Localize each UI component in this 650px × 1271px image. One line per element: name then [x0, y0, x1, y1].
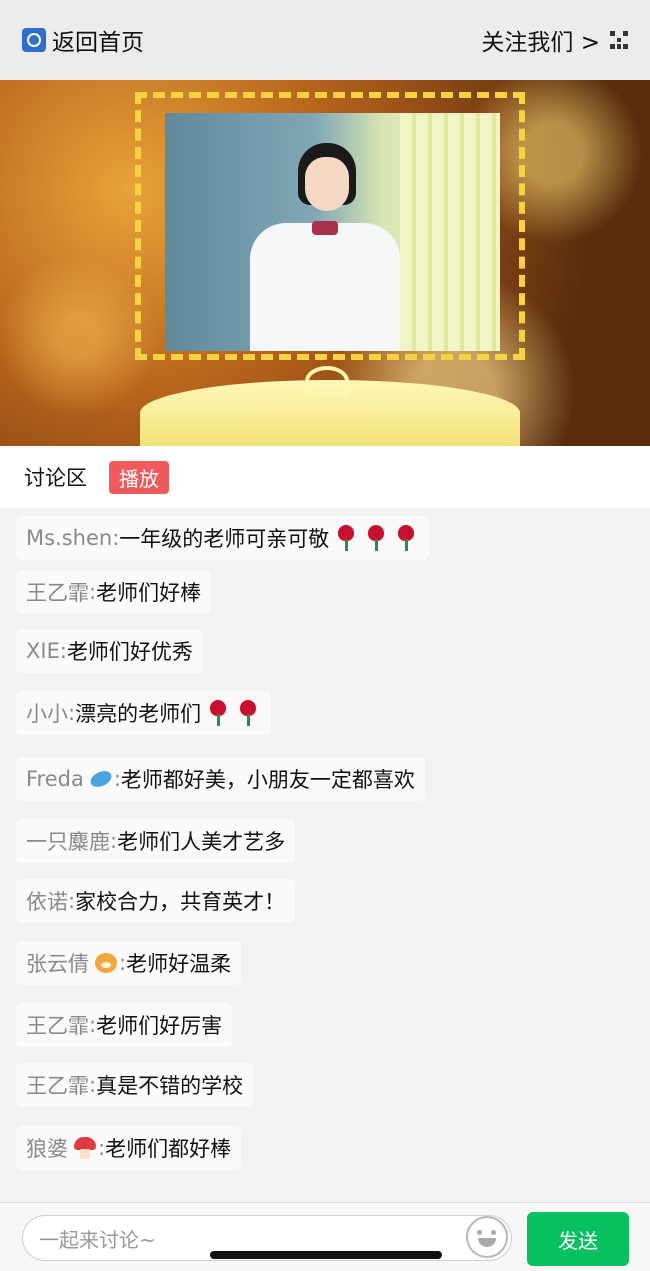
message-separator: :: [113, 767, 121, 791]
teacher-figure: [250, 143, 400, 351]
rose-icon: [205, 700, 231, 726]
school-logo-icon: [22, 28, 46, 52]
message-separator: :: [59, 639, 67, 663]
message-text: 漂亮的老师们: [75, 702, 202, 726]
send-button[interactable]: 发送: [527, 1212, 629, 1266]
chat-message: 小小: 漂亮的老师们: [16, 691, 272, 735]
chat-message: 张云倩: 老师好温柔: [16, 941, 242, 985]
heart-graphic: [305, 366, 349, 396]
mushroom-icon: [72, 1135, 98, 1161]
chat-message: Ms.shen: 一年级的老师可亲可敬: [16, 516, 430, 560]
composer-bar: 一起来讨论~ 发送: [0, 1202, 650, 1271]
message-separator: :: [68, 701, 76, 725]
message-author: 张云倩: [26, 952, 89, 976]
follow-us-label: 关注我们 >: [481, 30, 600, 56]
follow-us-link[interactable]: 关注我们 >: [481, 23, 628, 57]
dolphin-icon: [88, 766, 114, 792]
rose-icon: [235, 700, 261, 726]
message-text: 老师好温柔: [126, 952, 232, 976]
chat-message: 狼婆: 老师们都好棒: [16, 1126, 242, 1170]
chat-message: 王乙霏: 老师们好棒: [16, 570, 212, 614]
message-author: 依诺: [26, 890, 68, 914]
message-separator: :: [112, 526, 120, 550]
message-separator: :: [98, 1136, 106, 1160]
message-author: 王乙霏: [26, 581, 89, 605]
message-author: 狼婆: [26, 1137, 68, 1161]
tab-discussion[interactable]: 讨论区: [24, 462, 87, 492]
message-author: 王乙霏: [26, 1074, 89, 1098]
message-text: 老师们好优秀: [66, 640, 193, 664]
message-separator: :: [68, 889, 76, 913]
top-bar: 返回首页 关注我们 >: [0, 0, 650, 80]
message-separator: :: [89, 1013, 97, 1037]
back-home-link[interactable]: 返回首页: [22, 23, 144, 57]
rose-icon: [363, 525, 389, 551]
message-separator: :: [89, 1073, 97, 1097]
message-separator: :: [110, 829, 118, 853]
message-author: XIE: [26, 639, 60, 663]
chat-message: 王乙霏: 老师们好厉害: [16, 1003, 233, 1047]
chat-message: 依诺: 家校合力，共育英才！: [16, 879, 296, 923]
chat-message: XIE: 老师们好优秀: [16, 629, 203, 673]
message-text: 老师们人美才艺多: [117, 830, 286, 854]
message-text: 家校合力，共育英才！: [75, 890, 286, 914]
message-text: 一年级的老师可亲可敬: [119, 527, 330, 551]
teacher-photo: [165, 113, 500, 351]
chat-list[interactable]: Ms.shen: 一年级的老师可亲可敬 王乙霏: 老师们好棒 XIE: 老师们好优秀…: [0, 508, 650, 1202]
message-separator: :: [89, 580, 97, 604]
tiger-icon: [93, 950, 119, 976]
message-text: 老师都好美，小朋友一定都喜欢: [120, 768, 415, 792]
tab-play[interactable]: 播放: [109, 460, 169, 494]
qr-code-icon: [610, 31, 628, 49]
chat-message: 一只麋鹿: 老师们人美才艺多: [16, 819, 296, 863]
message-author: Freda: [26, 767, 84, 791]
emoji-button-icon[interactable]: [466, 1216, 508, 1258]
message-text: 老师们都好棒: [105, 1137, 232, 1161]
message-text: 老师们好棒: [96, 581, 202, 605]
rose-icon: [333, 525, 359, 551]
curtain: [400, 113, 500, 351]
message-author: 一只麋鹿: [26, 830, 110, 854]
message-author: 王乙霏: [26, 1014, 89, 1038]
rose-icon: [393, 525, 419, 551]
message-separator: :: [119, 951, 127, 975]
message-author: Ms.shen: [26, 526, 113, 550]
message-text: 真是不错的学校: [96, 1074, 244, 1098]
message-text: 老师们好厉害: [96, 1014, 223, 1038]
chat-message: 王乙霏: 真是不错的学校: [16, 1063, 254, 1107]
chat-message: Freda: 老师都好美，小朋友一定都喜欢: [16, 757, 425, 801]
home-indicator: [210, 1251, 442, 1259]
discussion-tabs: 讨论区 播放: [0, 446, 650, 508]
message-author: 小小: [26, 702, 68, 726]
back-home-label: 返回首页: [52, 30, 144, 56]
video-player[interactable]: [0, 80, 650, 446]
